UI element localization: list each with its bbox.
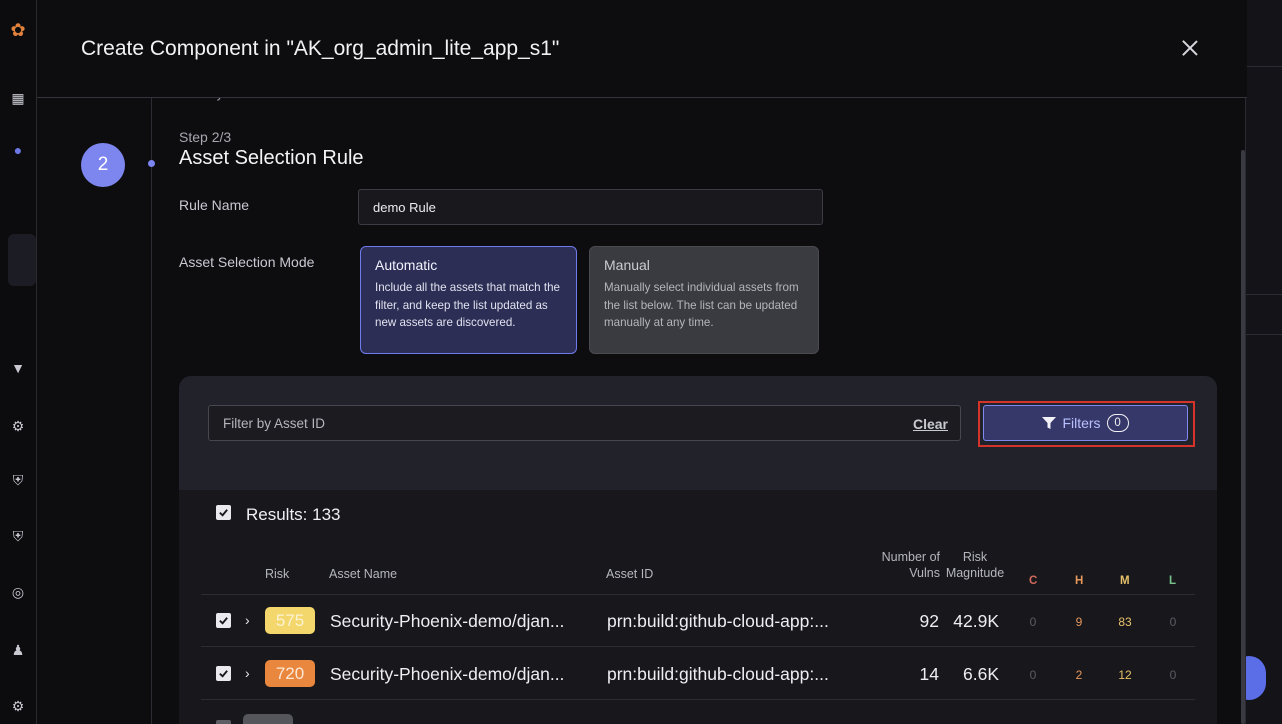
chevron-right-icon[interactable]: › (245, 665, 250, 681)
column-header-critical[interactable]: C (1029, 573, 1037, 589)
column-header-asset-id[interactable]: Asset ID (606, 566, 653, 582)
risk-magnitude-cell: 6.6K (963, 664, 999, 684)
step-label: Step 2/3 (179, 129, 232, 145)
risk-score-badge: 575 (265, 607, 315, 634)
check-icon (219, 617, 228, 625)
status-dot-icon: ● (13, 142, 23, 158)
modal-header: Create Component in "AK_org_admin_lite_a… (37, 0, 1247, 98)
column-header-low[interactable]: L (1169, 573, 1176, 589)
rule-name-input[interactable]: demo Rule (358, 189, 823, 225)
rule-name-label: Rule Name (179, 197, 250, 213)
step-number-badge: 2 (81, 143, 125, 187)
mode-automatic-description: Include all the assets that match the fi… (375, 281, 560, 329)
shield-icon[interactable]: ⛨ (10, 472, 26, 488)
row-checkbox[interactable] (216, 720, 231, 724)
row-checkbox[interactable] (216, 613, 231, 628)
low-count-cell: 0 (1169, 615, 1177, 629)
vulnerability-icon[interactable]: ▼ (10, 360, 26, 376)
risk-magnitude-cell: 42.9K (953, 611, 999, 631)
mode-manual-description: Manually select individual assets from t… (604, 281, 799, 329)
background-divider (1246, 294, 1282, 295)
asset-name-cell[interactable]: Security-Phoenix-demo/djan... (330, 664, 564, 685)
settings-icon[interactable]: ⚙ (10, 418, 26, 434)
clear-filter-link[interactable]: Clear (913, 416, 948, 432)
row-checkbox[interactable] (216, 666, 231, 681)
stepper-dot (148, 160, 155, 167)
column-header-vulns-line2: Vulns (909, 566, 940, 580)
gear-icon[interactable]: ⚙ (10, 698, 26, 714)
column-header-asset-name[interactable]: Asset Name (329, 566, 397, 582)
app-sidebar: ✿ ▦ ● ▼ ⚙ ⛨ ⛨ ◎ ♟ ⚙ (0, 0, 36, 724)
medium-count-cell: 12 (1118, 668, 1132, 682)
column-header-magnitude-line2: Magnitude (945, 566, 1005, 580)
team-icon[interactable]: ♟ (10, 642, 26, 658)
high-count-cell: 9 (1075, 615, 1083, 629)
select-all-checkbox[interactable] (216, 505, 231, 520)
mode-manual-option[interactable]: Manual Manually select individual assets… (589, 246, 819, 354)
close-icon[interactable] (1178, 36, 1202, 60)
risk-score-badge: 720 (265, 660, 315, 687)
mode-automatic-title: Automatic (375, 257, 438, 273)
rule-name-value: demo Rule (373, 199, 436, 215)
column-header-vulns[interactable]: Number of Vulns (865, 549, 940, 581)
filters-count-badge: 0 (1106, 414, 1129, 432)
asset-name-cell[interactable]: Security-Phoenix-demo/djan... (330, 611, 564, 632)
funnel-icon (1042, 417, 1057, 429)
filters-label: Filters (1062, 415, 1101, 431)
chevron-right-icon[interactable]: › (245, 612, 250, 628)
asset-id-cell: prn:build:github-cloud-app:... (607, 664, 829, 684)
modal-scrollbar[interactable] (1241, 150, 1245, 724)
column-header-high[interactable]: H (1075, 573, 1083, 589)
high-count-cell: 2 (1075, 668, 1083, 682)
sidebar-active-item[interactable] (8, 234, 36, 286)
table-row[interactable]: › 575 Security-Phoenix-demo/djan... prn:… (201, 595, 1195, 647)
mode-manual-title: Manual (604, 257, 650, 273)
critical-count-cell: 0 (1029, 668, 1037, 682)
background-page (1246, 0, 1282, 724)
dashboard-icon[interactable]: ▦ (10, 90, 26, 106)
column-header-risk[interactable]: Risk (265, 566, 289, 582)
modal-title: Create Component in "AK_org_admin_lite_a… (81, 37, 560, 60)
medium-count-cell: 83 (1118, 615, 1132, 629)
column-header-magnitude-line1: Risk (962, 550, 988, 564)
target-icon[interactable]: ◎ (10, 584, 26, 600)
filters-button[interactable]: Filters 0 (983, 405, 1188, 441)
phoenix-logo-icon[interactable]: ✿ (10, 21, 26, 39)
create-component-modal: Create Component in "AK_org_admin_lite_a… (36, 0, 1247, 724)
asset-id-cell: prn:build:github-cloud-app:... (607, 611, 829, 631)
column-header-vulns-line1: Number of (881, 550, 940, 564)
background-divider (1246, 334, 1282, 335)
column-header-medium[interactable]: M (1120, 573, 1130, 589)
shield-check-icon[interactable]: ⛨ (10, 528, 26, 544)
background-divider (1246, 66, 1282, 67)
asset-selection-mode-label: Asset Selection Mode (179, 254, 315, 270)
results-count: Results: 133 (246, 505, 341, 524)
mode-automatic-option[interactable]: Automatic Include all the assets that ma… (360, 246, 577, 354)
stepper-line (151, 98, 152, 724)
check-icon (219, 670, 228, 678)
table-row[interactable]: › 720 Security-Phoenix-demo/djan... prn:… (201, 648, 1195, 700)
low-count-cell: 0 (1169, 668, 1177, 682)
critical-count-cell: 0 (1029, 615, 1037, 629)
asset-id-filter-input[interactable]: Filter by Asset ID Clear (208, 405, 961, 441)
column-header-risk-magnitude[interactable]: Risk Magnitude (941, 549, 1009, 581)
step-title: Asset Selection Rule (179, 147, 364, 169)
filter-bar: Filter by Asset ID Clear Filters 0 (179, 376, 1217, 490)
filter-placeholder: Filter by Asset ID (223, 416, 326, 431)
check-icon (219, 509, 228, 517)
asset-selection-panel: Filter by Asset ID Clear Filters 0 Resul… (179, 376, 1217, 724)
risk-score-badge (243, 714, 293, 724)
